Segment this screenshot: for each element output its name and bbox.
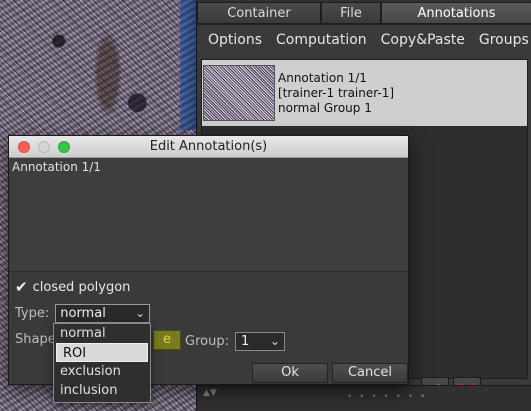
chevron-down-icon: ⌄ bbox=[269, 334, 280, 348]
closed-polygon-label: closed polygon bbox=[32, 279, 131, 295]
type-select[interactable]: normal ⌄ bbox=[55, 304, 151, 323]
group-row: Group: 1 ⌄ bbox=[185, 332, 285, 351]
closed-polygon-checkbox[interactable]: ✔ closed polygon bbox=[15, 278, 130, 296]
annotation-thumbnail bbox=[203, 65, 275, 121]
dialog-titlebar[interactable]: Edit Annotation(s) bbox=[9, 136, 408, 158]
annotation-info: Annotation 1/1 [trainer-1 trainer-1] nor… bbox=[278, 71, 394, 116]
menu-options[interactable]: Options bbox=[201, 31, 269, 49]
annotations-menu: Options Computation Copy&Paste Groups bbox=[201, 31, 531, 49]
cancel-button[interactable]: Cancel bbox=[332, 363, 408, 383]
group-label: Group: bbox=[185, 334, 229, 349]
arrow-updown-icon[interactable]: ▲▼ bbox=[203, 388, 217, 398]
type-option-normal[interactable]: normal bbox=[54, 324, 150, 343]
type-option-roi[interactable]: ROI bbox=[56, 343, 148, 362]
chevron-down-icon: ⌄ bbox=[135, 306, 146, 320]
type-row: Type: normal ⌄ bbox=[15, 304, 151, 323]
type-option-exclusion[interactable]: exclusion bbox=[54, 362, 150, 381]
dialog-title: Edit Annotation(s) bbox=[149, 139, 268, 154]
menu-computation[interactable]: Computation bbox=[269, 31, 374, 49]
menu-groups[interactable]: Groups bbox=[472, 31, 531, 49]
grip-icon[interactable]: • • • • • • • bbox=[347, 392, 427, 402]
shape-row: Shape e bbox=[15, 330, 181, 350]
checkmark-icon: ✔ bbox=[15, 278, 28, 296]
tab-container[interactable]: Container bbox=[197, 2, 321, 24]
annotation-text-area[interactable]: Annotation 1/1 bbox=[9, 158, 408, 272]
tab-annotations[interactable]: Annotations bbox=[381, 2, 531, 24]
annotation-trainers: [trainer-1 trainer-1] bbox=[278, 85, 395, 100]
shape-label: Shape bbox=[15, 332, 56, 347]
image-strip bbox=[180, 0, 196, 130]
annotation-title: Annotation 1/1 bbox=[278, 70, 367, 85]
type-select-value: normal bbox=[60, 306, 106, 321]
tab-bar: Container File Annotations bbox=[197, 2, 531, 24]
annotation-list-item[interactable]: Annotation 1/1 [trainer-1 trainer-1] nor… bbox=[202, 60, 527, 126]
tab-file[interactable]: File bbox=[321, 2, 381, 24]
group-select[interactable]: 1 ⌄ bbox=[234, 332, 285, 351]
bottom-strip: ▲▼ • • • • • • • bbox=[197, 385, 531, 411]
ok-button[interactable]: Ok bbox=[252, 363, 328, 383]
type-label: Type: bbox=[15, 306, 50, 321]
annotation-type-group: normal Group 1 bbox=[278, 100, 372, 115]
type-dropdown-menu: normal ROI exclusion inclusion bbox=[53, 323, 151, 403]
group-select-value: 1 bbox=[240, 334, 250, 349]
shape-button[interactable]: e bbox=[153, 330, 181, 350]
type-option-inclusion[interactable]: inclusion bbox=[54, 381, 150, 400]
menu-copy-paste[interactable]: Copy&Paste bbox=[374, 31, 472, 49]
